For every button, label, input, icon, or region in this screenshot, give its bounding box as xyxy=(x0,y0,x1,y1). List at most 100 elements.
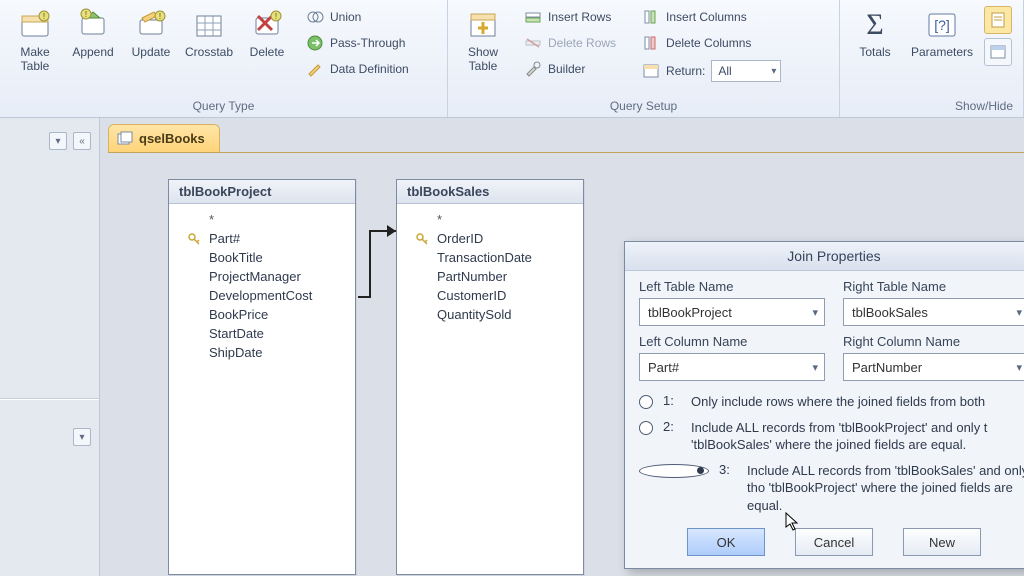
nav-dropdown-icon[interactable]: ▾ xyxy=(49,132,67,150)
nav-section-dropdown[interactable]: ▾ xyxy=(73,428,91,446)
table-field[interactable]: BookPrice xyxy=(169,305,355,324)
delete-rows-icon xyxy=(524,34,542,52)
table-names-button[interactable] xyxy=(984,38,1012,66)
left-column-combo[interactable]: Part# xyxy=(639,353,825,381)
radio-button[interactable] xyxy=(639,395,653,409)
dialog-title: Join Properties xyxy=(625,242,1024,271)
insert-rows-button[interactable]: Insert Rows xyxy=(520,6,620,28)
totals-button[interactable]: Σ Totals xyxy=(846,4,904,62)
join-option-row[interactable]: 3: Include ALL records from 'tblBookSales… xyxy=(639,458,1024,519)
radio-button[interactable] xyxy=(639,421,653,435)
union-button[interactable]: Union xyxy=(302,6,413,28)
query-tab-title: qselBooks xyxy=(139,131,205,146)
delete-icon: ! xyxy=(250,8,284,42)
join-option-row[interactable]: 1:Only include rows where the joined fie… xyxy=(639,389,1024,415)
table-field[interactable]: * xyxy=(169,210,355,229)
table-field[interactable]: ShipDate xyxy=(169,343,355,362)
field-name: QuantitySold xyxy=(437,307,511,322)
update-label: Update xyxy=(132,46,171,60)
show-table-label: ShowTable xyxy=(468,46,498,74)
new-button[interactable]: New xyxy=(903,528,981,556)
update-button[interactable]: ! Update xyxy=(122,4,180,62)
return-icon xyxy=(642,62,660,80)
delete-label: Delete xyxy=(250,46,285,60)
table-field[interactable]: DevelopmentCost xyxy=(169,286,355,305)
delete-columns-button[interactable]: Delete Columns xyxy=(638,32,785,54)
field-name: TransactionDate xyxy=(437,250,532,265)
ribbon-group-query-setup: ShowTable Insert Rows Delete Rows Builde… xyxy=(448,0,840,117)
table-field[interactable]: PartNumber xyxy=(397,267,583,286)
ok-button[interactable]: OK xyxy=(687,528,765,556)
table-field[interactable]: TransactionDate xyxy=(397,248,583,267)
insert-columns-button[interactable]: Insert Columns xyxy=(638,6,785,28)
property-sheet-button[interactable] xyxy=(984,6,1012,34)
ribbon-group-show-hide: Σ Totals [?] Parameters Show/Hide xyxy=(840,0,1024,117)
join-option-row[interactable]: 2:Include ALL records from 'tblBookProje… xyxy=(639,415,1024,458)
table-box-right[interactable]: tblBookSales *OrderIDTransactionDatePart… xyxy=(396,179,584,575)
table-box-left[interactable]: tblBookProject *Part#BookTitleProjectMan… xyxy=(168,179,356,575)
table-field[interactable]: * xyxy=(397,210,583,229)
table-fields-right: * OrderID TransactionDate PartNumberCustome… xyxy=(397,204,583,334)
append-label: Append xyxy=(72,46,113,60)
builder-button[interactable]: Builder xyxy=(520,58,620,80)
svg-text:!: ! xyxy=(275,12,277,21)
field-name: Part# xyxy=(209,231,240,246)
query-tab[interactable]: qselBooks xyxy=(108,124,220,152)
crosstab-label: Crosstab xyxy=(185,46,233,60)
return-control[interactable]: Return: All xyxy=(638,58,785,84)
show-table-icon xyxy=(466,8,500,42)
right-column-combo[interactable]: PartNumber xyxy=(843,353,1024,381)
query-tab-icon xyxy=(117,131,133,147)
union-icon xyxy=(306,8,324,26)
cancel-button[interactable]: Cancel xyxy=(795,528,873,556)
insert-rows-label: Insert Rows xyxy=(548,10,611,24)
radio-text: Only include rows where the joined field… xyxy=(691,393,1024,411)
nav-collapse-icon[interactable]: « xyxy=(73,132,91,150)
ribbon-group-label-show-hide: Show/Hide xyxy=(840,97,1023,117)
parameters-label: Parameters xyxy=(911,46,973,60)
radio-button[interactable] xyxy=(639,464,709,478)
right-table-combo[interactable]: tblBookSales xyxy=(843,298,1024,326)
datadef-label: Data Definition xyxy=(330,62,409,76)
left-table-combo[interactable]: tblBookProject xyxy=(639,298,825,326)
delete-rows-button[interactable]: Delete Rows xyxy=(520,32,620,54)
key-icon xyxy=(187,233,201,245)
append-button[interactable]: ! Append xyxy=(64,4,122,62)
return-select[interactable]: All xyxy=(711,60,781,82)
parameters-button[interactable]: [?] Parameters xyxy=(904,4,980,62)
show-table-button[interactable]: ShowTable xyxy=(454,4,512,76)
crosstab-button[interactable]: Crosstab xyxy=(180,4,238,62)
field-name: * xyxy=(437,212,442,227)
crosstab-icon xyxy=(192,8,226,42)
table-field[interactable]: BookTitle xyxy=(169,248,355,267)
field-name: ShipDate xyxy=(209,345,262,360)
radio-number: 2: xyxy=(663,419,681,434)
right-table-value: tblBookSales xyxy=(852,305,928,320)
left-column-label: Left Column Name xyxy=(639,334,825,349)
field-name: ProjectManager xyxy=(209,269,301,284)
make-table-button[interactable]: ! MakeTable xyxy=(6,4,64,76)
delete-columns-icon xyxy=(642,34,660,52)
table-field[interactable]: ProjectManager xyxy=(169,267,355,286)
passthrough-button[interactable]: Pass-Through xyxy=(302,32,413,54)
datadef-button[interactable]: Data Definition xyxy=(302,58,413,80)
ribbon-group-query-type: ! MakeTable ! Append ! Update Cr xyxy=(0,0,448,117)
builder-icon xyxy=(524,60,542,78)
radio-text: Include ALL records from 'tblBookSales' … xyxy=(747,462,1024,515)
svg-text:[?]: [?] xyxy=(934,17,950,33)
table-field[interactable]: StartDate xyxy=(169,324,355,343)
right-table-label: Right Table Name xyxy=(843,279,1024,294)
table-field[interactable]: CustomerID xyxy=(397,286,583,305)
table-field[interactable]: Part# xyxy=(169,229,355,248)
table-field[interactable]: QuantitySold xyxy=(397,305,583,324)
delete-button[interactable]: ! Delete xyxy=(238,4,296,62)
design-canvas[interactable]: tblBookProject * Part# BookTitle ProjectMan… xyxy=(108,152,1024,576)
return-label: Return: xyxy=(666,64,705,78)
radio-number: 3: xyxy=(719,462,737,477)
delete-columns-label: Delete Columns xyxy=(666,36,751,50)
ribbon-group-label-query-type: Query Type xyxy=(0,97,447,117)
table-field[interactable]: OrderID xyxy=(397,229,583,248)
svg-text:!: ! xyxy=(43,12,45,21)
table-names-icon xyxy=(989,43,1007,61)
left-column-value: Part# xyxy=(648,360,679,375)
